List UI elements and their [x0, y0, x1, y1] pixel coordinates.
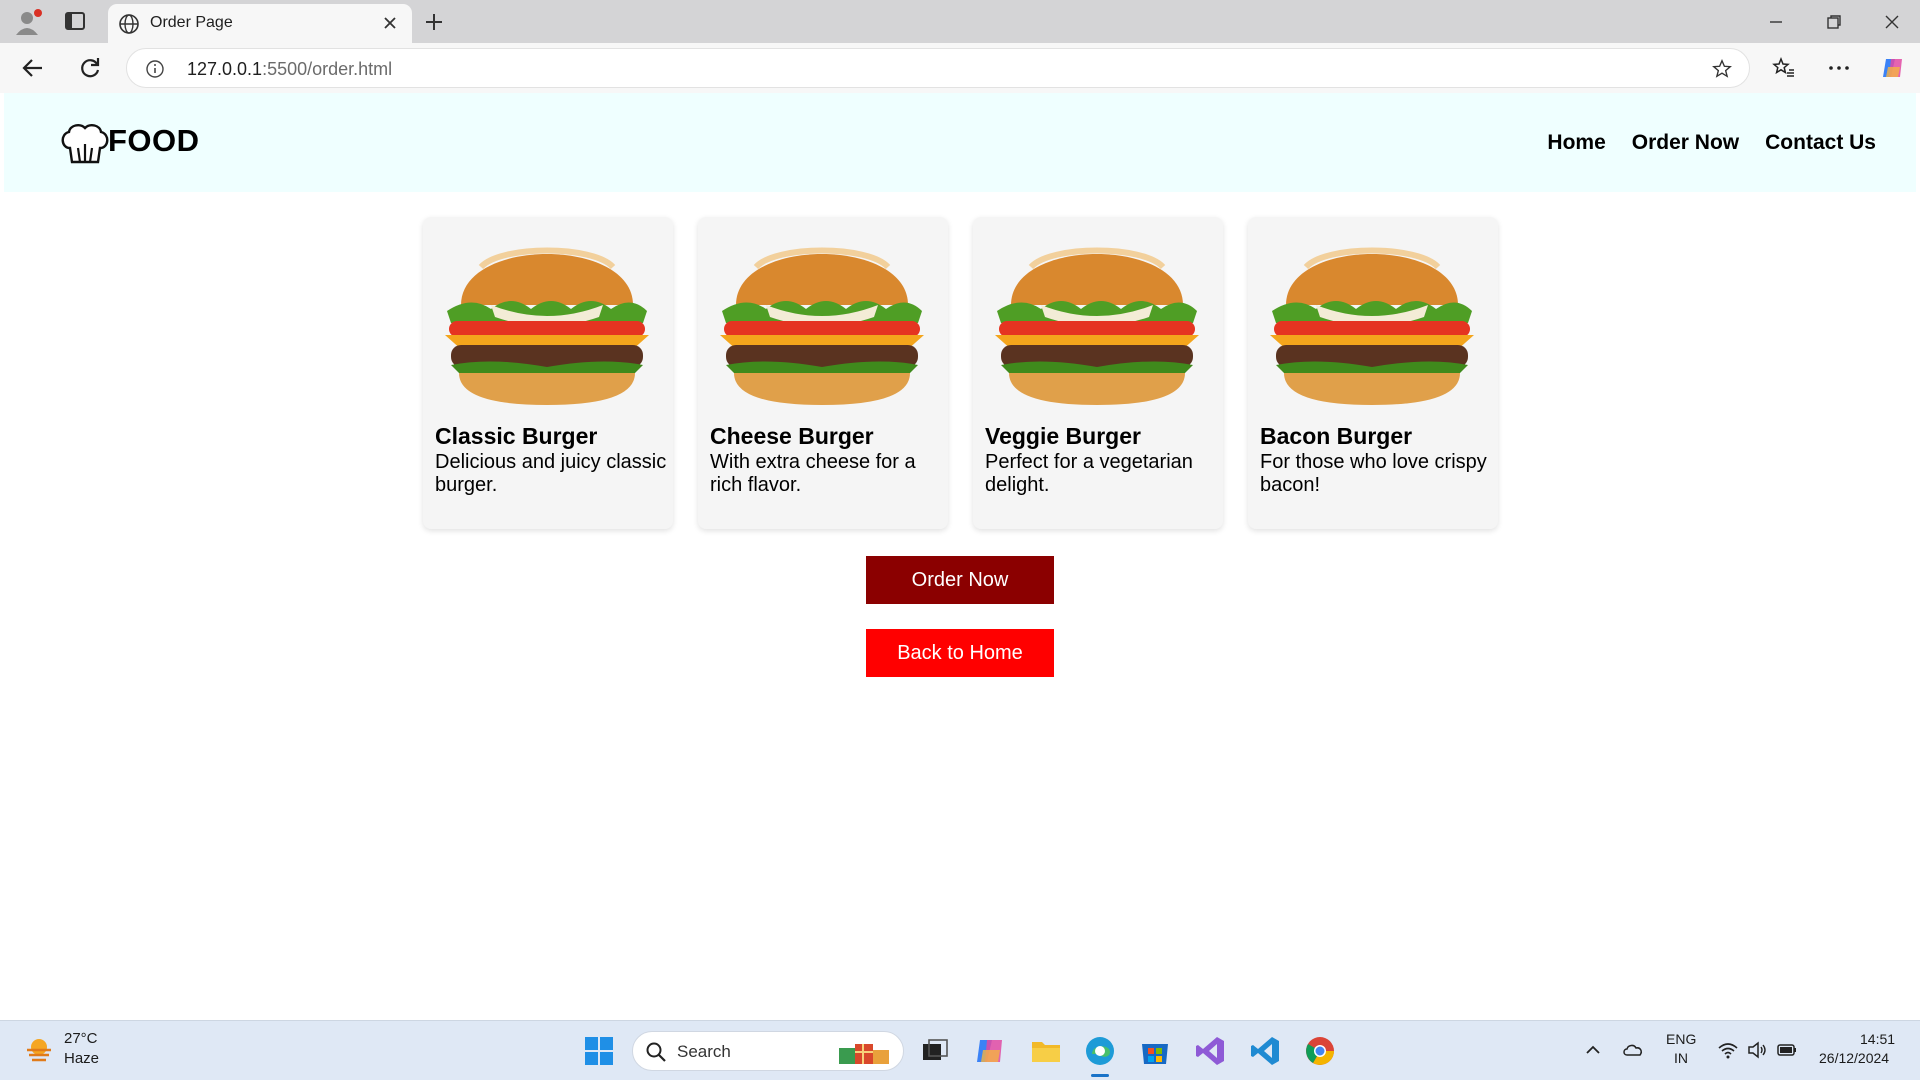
edge-browser-icon[interactable]	[1083, 1034, 1117, 1068]
main-nav: Home Order Now Contact Us	[1547, 131, 1876, 155]
weather-condition[interactable]: Haze	[64, 1050, 99, 1067]
burger-image	[995, 247, 1199, 405]
microsoft-store-icon[interactable]	[1138, 1034, 1172, 1068]
copilot-app-icon[interactable]	[974, 1034, 1008, 1068]
tab-order-page[interactable]: Order Page	[108, 4, 412, 43]
haze-weather-icon[interactable]	[24, 1035, 54, 1065]
menu-cards: Classic Burger Delicious and juicy class…	[423, 217, 1498, 529]
burger-image	[445, 247, 649, 405]
file-explorer-icon[interactable]	[1029, 1034, 1063, 1068]
weather-temperature[interactable]: 27°C	[64, 1030, 98, 1047]
volume-icon[interactable]	[1746, 1039, 1768, 1061]
address-bar[interactable]: 127.0.0.1:5500/order.html	[126, 48, 1750, 88]
clock-time[interactable]: 14:51	[1860, 1031, 1895, 1047]
item-description: Delicious and juicy classic burger.	[435, 451, 667, 496]
chef-hat-logo-icon[interactable]	[58, 122, 112, 166]
restore-icon[interactable]	[1822, 10, 1846, 34]
page-viewport: FOOD Home Order Now Contact Us Classic B…	[4, 93, 1916, 1017]
search-highlight-gifts-icon	[839, 1044, 889, 1064]
url-text: 127.0.0.1:5500/order.html	[187, 59, 392, 80]
battery-icon[interactable]	[1776, 1039, 1798, 1061]
wifi-icon[interactable]	[1717, 1039, 1739, 1061]
favorites-icon[interactable]	[1771, 55, 1797, 81]
favorite-star-icon[interactable]	[1711, 58, 1733, 80]
item-name: Cheese Burger	[710, 423, 874, 449]
burger-image	[720, 247, 924, 405]
item-description: Perfect for a vegetarian delight.	[985, 451, 1193, 496]
item-name: Classic Burger	[435, 423, 598, 449]
back-to-home-button[interactable]: Back to Home	[866, 629, 1054, 677]
nav-order-now[interactable]: Order Now	[1632, 131, 1739, 155]
site-info-icon[interactable]	[145, 59, 165, 79]
item-description: For those who love crispy bacon!	[1260, 451, 1487, 496]
globe-icon	[119, 14, 139, 34]
order-now-button[interactable]: Order Now	[866, 556, 1054, 604]
copilot-icon[interactable]	[1880, 55, 1906, 81]
more-options-icon[interactable]	[1826, 55, 1852, 81]
new-tab-icon[interactable]	[422, 10, 446, 34]
show-hidden-icons-chevron-icon[interactable]	[1582, 1039, 1604, 1061]
burger-image	[1270, 247, 1474, 405]
menu-card-bacon-burger[interactable]: Bacon Burger For those who love crispy b…	[1248, 217, 1498, 529]
tab-title: Order Page	[150, 14, 233, 31]
url-path: :5500/order.html	[262, 59, 393, 79]
menu-card-veggie-burger[interactable]: Veggie Burger Perfect for a vegetarian d…	[973, 217, 1223, 529]
search-icon	[646, 1042, 666, 1062]
nav-contact-us[interactable]: Contact Us	[1765, 131, 1876, 155]
input-region[interactable]: IN	[1674, 1050, 1688, 1066]
menu-card-cheese-burger[interactable]: Cheese Burger With extra cheese for a ri…	[698, 217, 948, 529]
browser-toolbar: 127.0.0.1:5500/order.html	[0, 43, 1920, 93]
input-language[interactable]: ENG	[1666, 1031, 1696, 1047]
item-description: With extra cheese for a rich flavor.	[710, 451, 916, 496]
reload-icon[interactable]	[77, 55, 103, 81]
profile-icon[interactable]	[14, 9, 42, 35]
nav-home[interactable]: Home	[1547, 131, 1605, 155]
browser-titlebar: Order Page	[0, 0, 1920, 43]
taskbar: 27°C Haze Search ENG IN 14:51 26/12/2024	[0, 1020, 1920, 1080]
minimize-icon[interactable]	[1764, 10, 1788, 34]
url-host: 127.0.0.1	[187, 59, 263, 79]
clock-date[interactable]: 26/12/2024	[1819, 1050, 1889, 1066]
tab-actions-icon[interactable]	[64, 11, 86, 31]
chrome-icon[interactable]	[1303, 1034, 1337, 1068]
active-app-indicator	[1091, 1074, 1109, 1077]
site-logo-text[interactable]: FOOD	[108, 123, 200, 159]
windows-start-icon[interactable]	[582, 1034, 616, 1068]
task-view-icon[interactable]	[918, 1034, 952, 1068]
search-label: Search	[677, 1042, 731, 1061]
visual-studio-icon[interactable]	[1193, 1034, 1227, 1068]
menu-card-classic-burger[interactable]: Classic Burger Delicious and juicy class…	[423, 217, 673, 529]
close-tab-icon[interactable]	[380, 13, 400, 33]
onedrive-cloud-icon[interactable]	[1622, 1039, 1644, 1061]
taskbar-search[interactable]: Search	[632, 1031, 904, 1071]
back-icon[interactable]	[20, 55, 46, 81]
vscode-icon[interactable]	[1248, 1034, 1282, 1068]
item-name: Bacon Burger	[1260, 423, 1413, 449]
close-window-icon[interactable]	[1880, 10, 1904, 34]
item-name: Veggie Burger	[985, 423, 1141, 449]
site-header: FOOD Home Order Now Contact Us	[4, 93, 1916, 192]
